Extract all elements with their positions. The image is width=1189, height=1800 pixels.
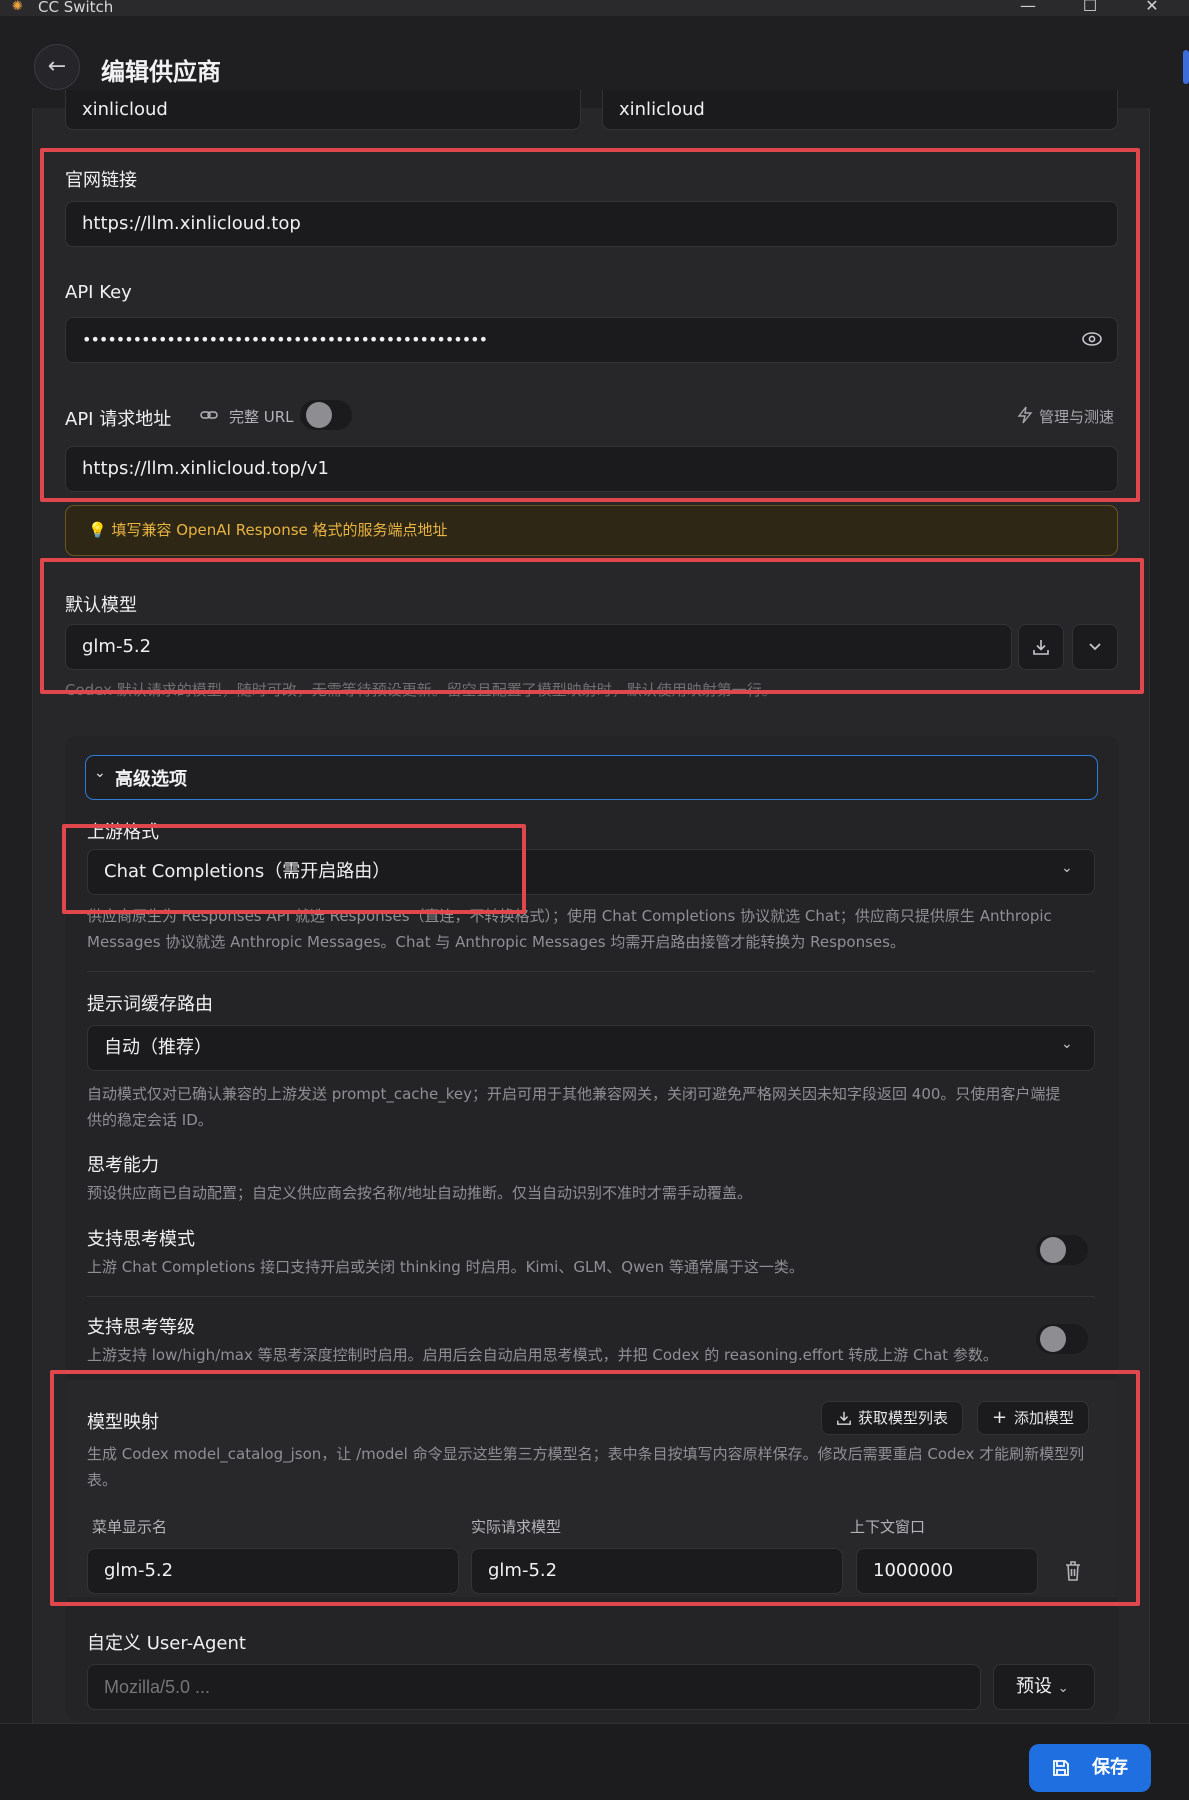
page-title: 编辑供应商	[101, 58, 221, 86]
thinking-level-toggle[interactable]	[1036, 1324, 1088, 1354]
user-agent-label: 自定义 User-Agent	[87, 1633, 246, 1654]
prompt-cache-hint-1: 自动模式仅对已确认兼容的上游发送 prompt_cache_key；开启可用于其…	[87, 1085, 1061, 1103]
thinking-level-hint: 上游支持 low/high/max 等思考深度控制时启用。启用后会自动启用思考模…	[87, 1346, 998, 1364]
note-input[interactable]: xinlicloud	[602, 90, 1118, 130]
warning-text: 填写兼容 OpenAI Response 格式的服务端点地址	[111, 521, 448, 539]
prompt-cache-label: 提示词缓存路由	[87, 994, 213, 1015]
highlight-box	[40, 558, 1144, 694]
save-button[interactable]: 保存	[1029, 1744, 1151, 1792]
upstream-format-hint-2: Messages 协议就选 Anthropic Messages。Chat 与 …	[87, 933, 905, 951]
back-button[interactable]: ←	[34, 44, 80, 90]
prompt-cache-hint-2: 供的稳定会话 ID。	[87, 1111, 213, 1129]
highlight-box	[62, 824, 526, 914]
advanced-toggle[interactable]	[85, 755, 1098, 800]
thinking-hint: 预设供应商已自动配置；自定义供应商会按名称/地址自动推断。仅当自动识别不准时才需…	[87, 1184, 753, 1202]
divider	[87, 971, 1095, 972]
thinking-label: 思考能力	[87, 1155, 159, 1176]
title-bar	[0, 0, 1189, 16]
user-agent-input[interactable]	[87, 1664, 981, 1710]
close-button[interactable]: ✕	[1140, 0, 1164, 16]
thinking-mode-hint: 上游 Chat Completions 接口支持开启或关闭 thinking 时…	[87, 1258, 804, 1276]
save-label: 保存	[1092, 1757, 1128, 1778]
preset-label: 预设	[1016, 1676, 1052, 1697]
save-icon	[1053, 1760, 1069, 1776]
maximize-button[interactable]: ☐	[1078, 0, 1102, 16]
thinking-level-label: 支持思考等级	[87, 1317, 195, 1338]
app-logo-icon: ✺	[12, 0, 23, 14]
divider	[87, 1296, 1095, 1297]
chevron-down-icon: ⌄	[1061, 860, 1073, 876]
highlight-box	[50, 1370, 1140, 1606]
thinking-mode-label: 支持思考模式	[87, 1229, 195, 1250]
highlight-box	[40, 148, 1140, 502]
toggle-knob	[1040, 1326, 1066, 1352]
chevron-down-icon: ⌄	[1061, 1036, 1073, 1052]
chevron-down-icon: ⌄	[1057, 1681, 1069, 1696]
minimize-button[interactable]: —	[1016, 0, 1040, 16]
thinking-mode-toggle[interactable]	[1036, 1235, 1088, 1265]
prompt-cache-select[interactable]: 自动（推荐）	[87, 1025, 1095, 1071]
name-input[interactable]: xinlicloud	[65, 90, 581, 130]
scrollbar-thumb[interactable]	[1183, 50, 1189, 84]
toggle-knob	[1040, 1237, 1066, 1263]
footer-bar	[0, 1723, 1189, 1800]
lightbulb-icon: 💡	[88, 521, 112, 539]
advanced-label: 高级选项	[115, 769, 187, 790]
endpoint-warning: 💡 填写兼容 OpenAI Response 格式的服务端点地址	[65, 505, 1118, 556]
window-title: CC Switch	[38, 0, 114, 16]
chevron-down-icon: ⌄	[94, 765, 106, 781]
preset-button[interactable]: 预设 ⌄	[993, 1664, 1095, 1710]
